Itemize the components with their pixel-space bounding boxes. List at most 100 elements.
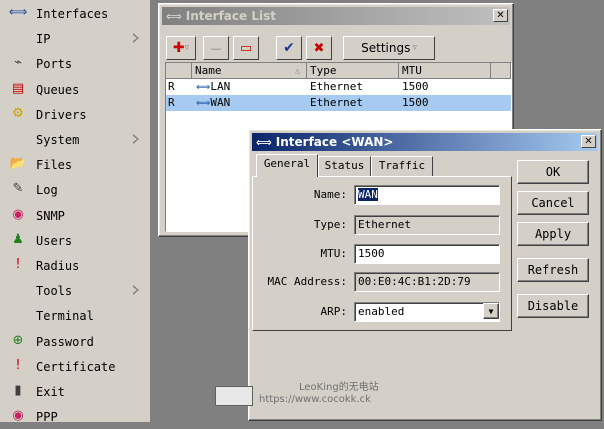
sidebar-item-label: Terminal [36,309,94,324]
sidebar-menu: ⟺ Interfaces IP ⌁ Ports ▤ Queues ⚙ Drivers System… [0,0,151,424]
sidebar-item-label: IP [36,32,51,47]
interface-icon: ⟺ [196,98,211,109]
sort-arrow-icon: △ [295,66,300,75]
watermark-line2: https://www.cocokk.ck [259,394,371,405]
arp-select-value: enabled [358,305,405,318]
row-name-text: LAN [210,80,231,93]
interface-list-title: Interface List [185,9,276,23]
interfaces-icon: ⟺ [8,5,28,20]
sidebar-item-label: Files [36,158,73,173]
interface-list-titlebar[interactable]: ⟺ Interface List ✕ [162,7,510,25]
name-input[interactable]: WAN [354,185,500,205]
disable-button[interactable]: Disable [517,294,589,318]
apply-button[interactable]: Apply [517,222,589,246]
sidebar-item-users[interactable]: ♟ Users [0,228,150,253]
sidebar-item-exit[interactable]: ▮ Exit [0,379,150,404]
tab-status[interactable]: Status [318,156,371,176]
column-header-type[interactable]: Type [307,63,399,79]
settings-button[interactable]: Settings ▿ [343,36,435,60]
sidebar-item-label: Drivers [36,107,87,122]
sidebar-item-label: SNMP [36,208,65,223]
chevron-down-icon[interactable]: ▼ [483,303,499,319]
ports-icon: ⌁ [14,55,22,71]
refresh-button[interactable]: Refresh [517,258,589,282]
ok-button[interactable]: OK [517,160,589,184]
sidebar-item-radius[interactable]: ! Radius [0,253,150,278]
settings-dropdown-icon: ▿ [412,43,417,53]
interface-list-close-button[interactable]: ✕ [493,9,508,22]
sidebar-item-snmp[interactable]: ◉ SNMP [0,203,150,228]
comment-icon: ▭ [239,40,253,56]
watermark-line1: LeoKing的无电站 [299,382,379,393]
sidebar-item-tools[interactable]: Tools [0,278,150,303]
sidebar-item-ports[interactable]: ⌁ Ports [0,51,150,76]
row-type: Ethernet [310,96,363,109]
interface-dialog-close-button[interactable]: ✕ [581,135,596,148]
sidebar-item-ip[interactable]: IP [0,26,150,51]
name-label: Name: [313,188,347,201]
mac-address-field: 00:E0:4C:B1:2D:79 [354,272,500,292]
column-header-flag[interactable] [166,63,192,79]
table-row[interactable]: R ⟺WAN Ethernet 1500 [166,95,511,111]
sidebar-item-label: Password [36,334,94,349]
table-row[interactable]: R ⟺LAN Ethernet 1500 [166,79,511,95]
sidebar-item-files[interactable]: 📂 Files [0,152,150,177]
sidebar-item-interfaces[interactable]: ⟺ Interfaces [0,1,150,26]
column-header-mtu[interactable]: MTU [399,63,491,79]
interface-icon: ⟺ [196,82,211,93]
sidebar-item-certificate[interactable]: ! Certificate [0,354,150,379]
arp-label: ARP: [320,305,348,318]
sidebar-item-queues[interactable]: ▤ Queues [0,77,150,102]
sidebar-item-label: Interfaces [36,7,109,21]
row-name-text: WAN [210,96,231,109]
mtu-label: MTU: [320,247,348,260]
sidebar-item-system[interactable]: System [0,127,150,152]
exit-icon: ▮ [14,383,22,398]
row-type: Ethernet [310,80,363,93]
interface-dialog-titlebar[interactable]: ⟺ Interface <WAN> ✕ [252,133,598,151]
arp-select[interactable]: enabled ▼ [354,302,500,322]
sidebar-item-label: Radius [36,259,80,273]
type-field: Ethernet [354,215,500,235]
sidebar-item-label: Users [36,233,73,248]
disable-interface-button[interactable]: — [203,36,229,60]
add-button[interactable]: ✚ ▿ [166,36,196,60]
sidebar-item-label: Certificate [36,359,116,374]
watermark-box [215,386,253,406]
column-header-name-label: Name [195,64,222,77]
drivers-icon: ⚙ [12,105,24,121]
sidebar-item-ppp[interactable]: ◉ PPP [0,404,150,429]
sidebar-item-password[interactable]: ⊕ Password [0,329,150,354]
interface-dialog: ⟺ Interface <WAN> ✕ General Status Traff… [215,129,602,421]
enable-button[interactable]: ✔ [276,36,302,60]
remove-icon: ✖ [313,40,325,56]
type-label: Type: [313,218,347,231]
log-icon: ✎ [12,181,24,197]
column-header-name[interactable]: Name △ [192,63,307,79]
sidebar-item-drivers[interactable]: ⚙ Drivers [0,102,150,127]
mtu-input[interactable]: 1500 [354,244,500,264]
watermark: LeoKing的无电站 https://www.cocokk.ck [259,382,459,406]
comment-button[interactable]: ▭ [233,36,259,60]
certificate-icon: ! [15,357,21,373]
files-icon: 📂 [9,156,27,172]
snmp-icon: ◉ [12,206,24,222]
sidebar-item-label: Tools [36,284,73,299]
sidebar-item-log[interactable]: ✎ Log [0,177,150,202]
cancel-button[interactable]: Cancel [517,191,589,215]
tab-traffic[interactable]: Traffic [371,156,433,176]
interface-dialog-title: Interface <WAN> [275,135,394,149]
radius-icon: ! [15,257,21,272]
add-dropdown-icon: ▿ [184,43,190,53]
remove-button[interactable]: ✖ [306,36,332,60]
minus-icon: — [210,41,222,55]
row-name: ⟺WAN [196,95,230,111]
check-icon: ✔ [283,40,295,56]
queues-icon: ▤ [11,80,25,96]
tab-general[interactable]: General [256,154,318,177]
row-flag: R [168,96,175,109]
sidebar-item-label: Log [36,183,58,198]
row-mtu: 1500 [402,96,429,109]
mac-address-label: MAC Address: [267,275,347,288]
sidebar-item-terminal[interactable]: Terminal [0,303,150,328]
